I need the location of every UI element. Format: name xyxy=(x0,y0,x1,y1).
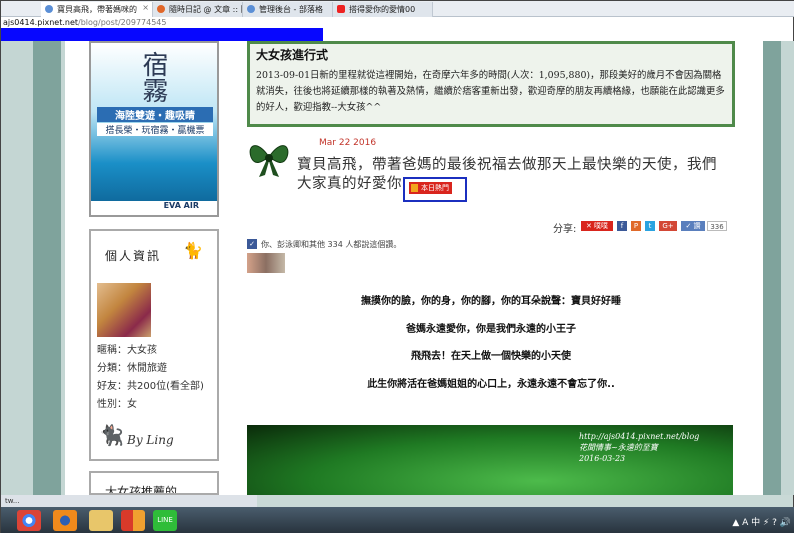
address-bar[interactable]: ajs0414.pixnet.net/blog/post/209774545 xyxy=(1,17,331,28)
system-tray[interactable]: ▲ A 中 ⚡ ? 🔊 xyxy=(732,515,791,528)
nickname-row: 暱稱：大女孩 xyxy=(97,345,157,356)
facebook-share-button[interactable]: f xyxy=(617,221,627,231)
category-row: 分類：休閒旅遊 xyxy=(97,363,167,374)
avatar[interactable] xyxy=(97,283,151,337)
toolbar-area xyxy=(323,17,793,43)
like-check-icon: ✓ xyxy=(247,239,257,249)
recommend-box: 大女孩推薦的 xyxy=(89,471,219,495)
post-paragraph: 爸媽永遠愛你，你是我們永遠的小王子 xyxy=(406,324,576,335)
like-text: 你、彭泳卿和其他 334 人都說這個讚。 xyxy=(261,240,402,249)
plurk-share-button[interactable]: ✕ 噗噗 xyxy=(581,221,613,231)
pixnet-share-button[interactable]: P xyxy=(631,221,641,231)
post-paragraph: 此生你將活在爸媽姐姐的心口上，永遠永遠不會忘了你.. xyxy=(367,379,615,390)
tab-diary[interactable]: 隨時日記 @ 文章 :: 隨意窩 xyxy=(153,2,243,17)
hot-badge-highlight: 本日熱門 xyxy=(403,177,467,202)
pixnet-icon xyxy=(247,5,255,13)
chrome-icon[interactable] xyxy=(17,510,41,531)
share-label: 分享: xyxy=(553,224,577,235)
tab-youtube[interactable]: 搭得愛你的愛情00 xyxy=(333,2,433,17)
photo-caption: http://ajs0414.pixnet.net/blog 花間情事~永遠的至… xyxy=(579,432,700,463)
liker-avatars[interactable] xyxy=(247,253,285,273)
profile-title: 個人資訊 xyxy=(105,249,162,263)
left-stripe xyxy=(33,41,61,495)
ribbon-bow-icon xyxy=(249,145,289,177)
folder-icon[interactable] xyxy=(89,510,113,531)
eva-air-ad-banner[interactable]: 宿霧 海陸雙遊・趣吸睛 搭長榮・玩宿霧・贏機票 EVA AIR xyxy=(89,41,219,217)
announcement-title: 大女孩進行式 xyxy=(256,48,329,62)
post-date: Mar 22 2016 xyxy=(319,138,377,148)
line-icon[interactable]: LINE xyxy=(153,510,177,531)
black-cat-icon: 🐈‍⬛ xyxy=(99,423,124,447)
announcement-text: 2013-09-01日新的里程就從這裡開始，在奇摩六年多的時間(人次：1,095… xyxy=(256,70,725,113)
close-icon[interactable]: × xyxy=(142,3,149,12)
tab-bar: 寶貝高飛，帶著媽咪的 × 隨時日記 @ 文章 :: 隨意窩 管理後台 - 部落格… xyxy=(1,1,794,17)
friends-row: 好友：共200位(看全部) xyxy=(97,381,204,392)
youtube-icon xyxy=(337,5,345,13)
status-bar: tw... xyxy=(1,495,257,507)
firefox-icon[interactable] xyxy=(53,510,77,531)
post-paragraph: 飛飛去！在天上做一個快樂的小天使 xyxy=(411,351,571,362)
tab-blog-post[interactable]: 寶貝高飛，帶著媽咪的 × xyxy=(41,2,153,17)
cat-icon: 🐈 xyxy=(183,241,203,260)
app-icon[interactable] xyxy=(121,510,145,531)
post-paragraph: 撫摸你的臉，你的身，你的腳，你的耳朵說聲：寶貝好好睡 xyxy=(361,296,621,307)
hot-badge[interactable]: 本日熱門 xyxy=(409,182,452,194)
blog-icon xyxy=(157,5,165,13)
view-all-friends-link[interactable]: 看全部 xyxy=(170,381,200,392)
profile-box: 個人資訊 🐈 暱稱：大女孩 分類：休閒旅遊 好友：共200位(看全部) 性別：女… xyxy=(89,229,219,461)
twitter-share-button[interactable]: t xyxy=(645,221,655,231)
taskbar: LINE ▲ A 中 ⚡ ? 🔊 xyxy=(1,507,794,533)
announcement-box: 大女孩進行式 2013-09-01日新的里程就從這裡開始，在奇摩六年多的時間(人… xyxy=(247,41,735,127)
signature: By Ling xyxy=(127,433,174,447)
post-title[interactable]: 寶貝高飛，帶著爸媽的最後祝福去做那天上最快樂的天使，我們大家真的好愛你 xyxy=(297,156,727,194)
tab-admin[interactable]: 管理後台 - 部落格 xyxy=(243,2,333,17)
gender-row: 性別：女 xyxy=(97,399,137,410)
loading-bar xyxy=(1,28,325,41)
pixnet-icon xyxy=(45,5,53,13)
right-stripe xyxy=(763,41,781,495)
share-count: 336 xyxy=(707,221,727,231)
like-button[interactable]: ✓ 讚 xyxy=(681,221,705,231)
google-plus-button[interactable]: G+ xyxy=(659,221,677,231)
